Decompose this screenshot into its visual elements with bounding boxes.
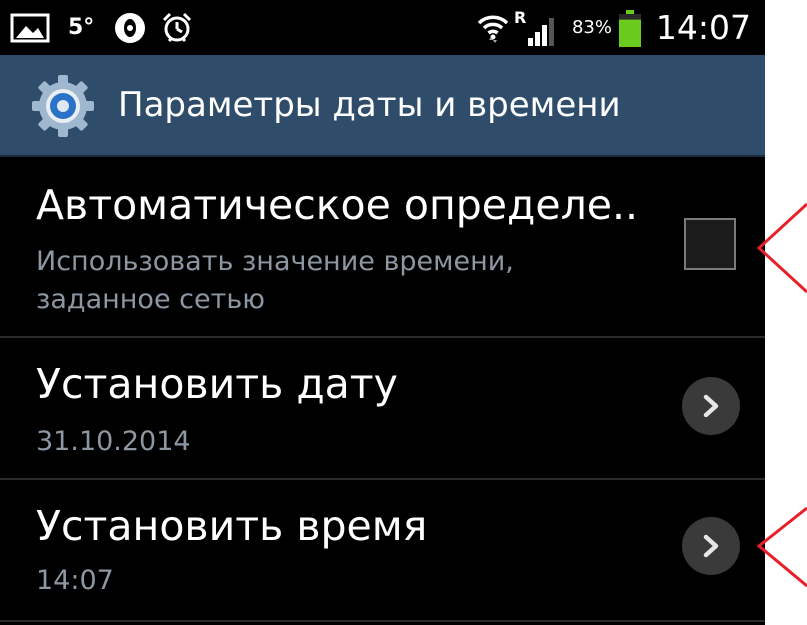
set-time-chevron-button[interactable] [682,517,740,575]
setting-subtitle-line: заданное сетью [36,284,265,315]
chevron-right-icon [703,394,719,418]
battery-percent: 83% [571,17,612,38]
setting-subtitle: 14:07 [36,565,114,596]
status-time: 14:07 [655,8,751,47]
wifi-icon [476,0,510,55]
gear-icon [30,73,96,139]
auto-time-checkbox[interactable] [684,218,736,270]
setting-subtitle-line: Использовать значение времени, [36,246,514,277]
roaming-label: R [514,8,526,27]
setting-subtitle: 31.10.2014 [36,426,191,457]
annotation-arrow-icon [756,202,807,294]
setting-subtitle: Использовать значение времени, заданное … [36,243,514,319]
page-title: Параметры даты и времени [118,85,621,125]
battery-icon [618,0,642,55]
phone-screen: 5° R 83% 14:07 Параметры даты и времени … [0,0,765,625]
setting-row-set-time[interactable]: Установить время 14:07 [0,480,765,620]
gallery-icon [10,0,50,55]
opera-icon [114,0,146,55]
setting-title: Установить дату [36,360,398,408]
chevron-right-icon [703,534,719,558]
temperature-indicator: 5° [68,15,95,40]
set-date-chevron-button[interactable] [682,377,740,435]
divider [0,620,765,622]
alarm-icon [160,0,194,55]
status-bar: 5° R 83% 14:07 [0,0,765,55]
setting-title: Установить время [36,502,428,550]
signal-icon: R [514,0,562,55]
setting-title: Автоматическое определе.. [36,181,639,229]
setting-row-set-date[interactable]: Установить дату 31.10.2014 [0,338,765,478]
annotation-arrow-icon [756,506,807,588]
title-bar: Параметры даты и времени [0,55,765,157]
setting-row-auto-time[interactable]: Автоматическое определе.. Использовать з… [0,157,765,337]
